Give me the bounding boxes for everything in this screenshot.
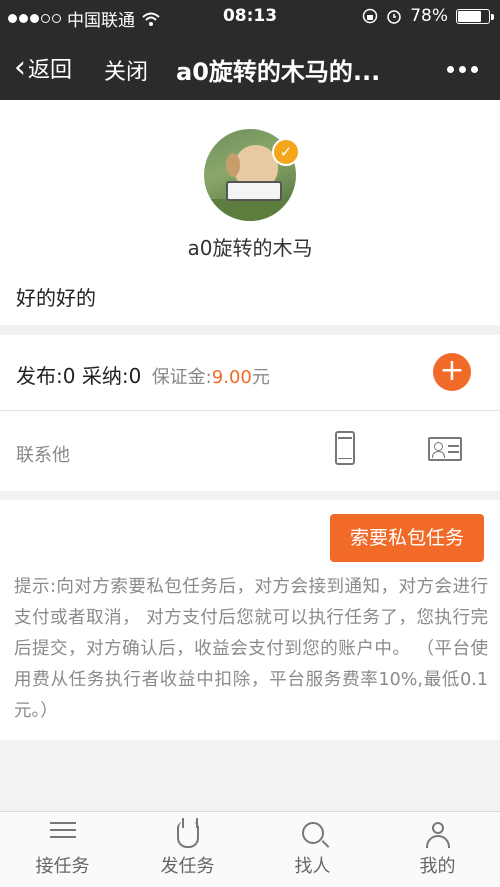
tab-label: 接任务 — [35, 856, 90, 877]
tab-publish-task[interactable]: 发任务 — [125, 812, 250, 887]
stats-row: 发布:0 采纳:0 保证金:9.00元 — [0, 335, 500, 411]
tab-find-people[interactable]: 找人 — [250, 812, 375, 887]
alarm-icon — [387, 10, 401, 24]
user-bio: 好的好的 — [16, 286, 96, 310]
user-icon — [425, 822, 450, 848]
battery-icon — [456, 8, 494, 24]
tab-label: 发任务 — [160, 856, 215, 877]
request-private-task-button[interactable]: 索要私包任务 — [330, 514, 484, 562]
nav-bar: ‹ 返回 关闭 a0旋转的木马的... — [0, 38, 500, 98]
contact-row: 联系他 — [0, 411, 500, 491]
contact-label: 联系他 — [16, 445, 70, 466]
list-icon — [49, 822, 76, 844]
business-card-icon[interactable] — [428, 437, 462, 461]
deposit-label: 保证金: — [151, 367, 212, 388]
published-count: 0 — [62, 364, 76, 388]
private-task-section: 索要私包任务 提示:向对方索要私包任务后，对方会接到通知，对方会进行支付或者取消… — [0, 500, 500, 740]
status-right: 78% — [362, 6, 494, 26]
phone-icon[interactable] — [335, 431, 355, 465]
chevron-left-icon: ‹ — [14, 50, 26, 85]
verified-badge-icon: ✓ — [272, 138, 300, 166]
back-label: 返回 — [28, 58, 73, 83]
tab-label: 我的 — [419, 856, 456, 877]
username: a0旋转的木马 — [187, 236, 313, 260]
bottom-tab-bar: 接任务 发任务 找人 我的 — [0, 811, 500, 887]
tab-receive-task[interactable]: 接任务 — [0, 812, 125, 887]
hand-icon — [176, 818, 199, 848]
accepted-label: 采纳: — [81, 364, 129, 388]
more-options-icon[interactable] — [447, 66, 478, 73]
tab-label: 找人 — [294, 856, 331, 877]
stats-text: 发布:0 采纳:0 保证金:9.00元 — [16, 360, 270, 389]
back-button[interactable]: ‹ 返回 — [14, 52, 72, 84]
close-button[interactable]: 关闭 — [104, 54, 148, 86]
profile-header: ✓ a0旋转的木马 好的好的 — [0, 100, 500, 325]
deposit-unit: 元 — [251, 367, 270, 388]
tip-text: 提示:向对方索要私包任务后，对方会接到通知，对方会进行支付或者取消， 对方支付后… — [14, 577, 488, 721]
search-person-icon — [301, 822, 324, 844]
add-button[interactable]: + — [433, 353, 471, 391]
page-title: a0旋转的木马的... — [176, 58, 381, 86]
rotation-lock-icon — [362, 8, 378, 24]
deposit: 保证金:9.00元 — [152, 367, 270, 388]
status-bar: 中国联通 08:13 78% — [0, 0, 500, 34]
published-label: 发布: — [16, 364, 63, 388]
accepted-count: 0 — [128, 364, 142, 388]
deposit-amount: 9.00 — [211, 367, 252, 388]
battery-percent: 78% — [410, 6, 448, 26]
tab-mine[interactable]: 我的 — [375, 812, 500, 887]
top-bar: 中国联通 08:13 78% ‹ 返回 关闭 a0旋转的木马的... — [0, 0, 500, 100]
